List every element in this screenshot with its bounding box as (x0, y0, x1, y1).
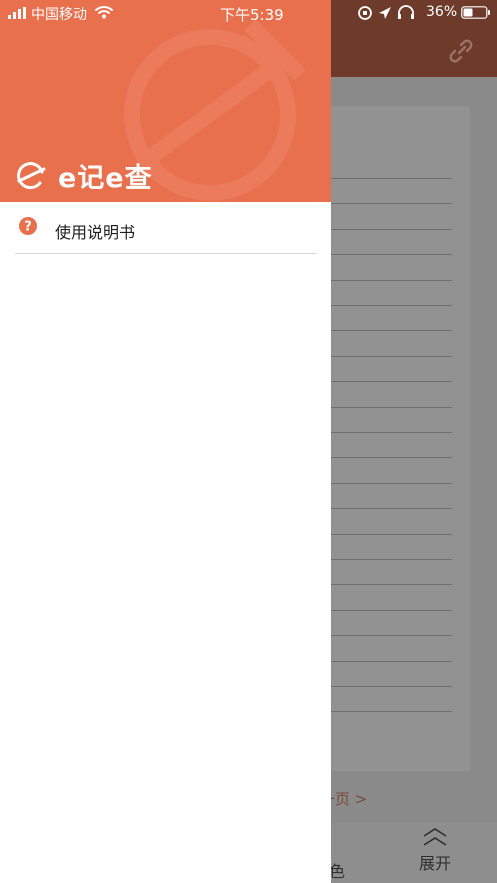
signal-strength-icon (8, 7, 26, 19)
link-icon[interactable] (446, 36, 476, 66)
battery-percentage: 36% (426, 4, 458, 20)
drawer-header: e记e查 (0, 0, 331, 202)
app-logo: e记e查 (14, 156, 153, 195)
location-arrow-icon (379, 7, 391, 19)
headphones-icon (398, 5, 414, 17)
side-drawer: e记e查 ? 使用说明书 (0, 0, 331, 883)
orientation-lock-icon (358, 6, 372, 20)
color-button-label[interactable]: 色 (329, 858, 345, 882)
wifi-icon (95, 6, 113, 19)
menu-item-label: 使用说明书 (55, 223, 136, 242)
menu-divider (15, 253, 317, 254)
status-time: 下午5:39 (220, 6, 284, 24)
chevron-up-icon (423, 828, 447, 846)
question-circle-icon: ? (19, 217, 37, 235)
expand-button[interactable]: 展开 (415, 826, 455, 874)
menu-item-manual[interactable]: ? 使用说明书 (0, 202, 331, 254)
logo-mark-icon (17, 161, 46, 189)
status-bar: 中国移动 下午5:39 36% (0, 0, 497, 26)
status-icons (358, 5, 414, 20)
battery-icon (461, 6, 490, 19)
expand-label: 展开 (418, 854, 451, 873)
logo-text: e记e查 (58, 163, 153, 194)
svg-text:?: ? (24, 220, 32, 235)
carrier-name: 中国移动 (31, 7, 87, 23)
